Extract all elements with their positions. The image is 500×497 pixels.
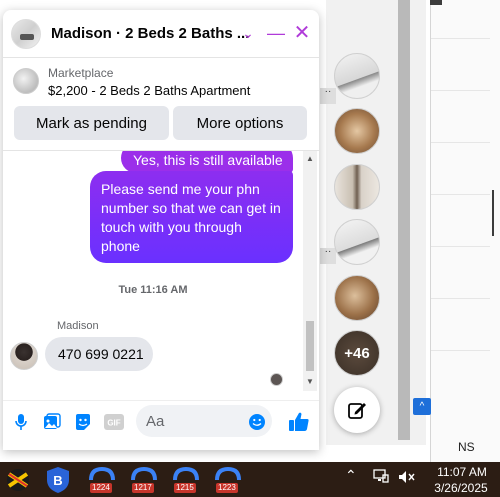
message-bubble-outgoing: Please send me your phn number so that w…	[90, 171, 293, 263]
background-right-pane	[430, 0, 500, 462]
chat-head[interactable]	[334, 108, 380, 154]
marketplace-listing[interactable]: Marketplace $2,200 - 2 Beds 2 Baths Apar…	[3, 62, 319, 104]
message-scrollbar[interactable]: ▲ ▼	[303, 151, 317, 391]
background-scrollbar[interactable]	[398, 0, 410, 440]
taskbar	[0, 462, 500, 497]
background-partial-text: NS	[458, 440, 475, 454]
minimize-icon[interactable]: —	[265, 23, 287, 43]
message-timestamp: Tue 11:16 AM	[118, 284, 188, 296]
photo-icon[interactable]	[42, 412, 62, 432]
message-list[interactable]: Yes, this is still available Please send…	[3, 151, 303, 391]
clock-date[interactable]: 3/26/2025	[430, 481, 492, 495]
app-icon-shield[interactable]: B	[45, 466, 73, 494]
scroll-down-arrow-icon[interactable]: ▼	[303, 377, 317, 386]
chat-head[interactable]	[334, 53, 380, 99]
more-options-button[interactable]: More options	[173, 106, 307, 140]
more-dots-icon[interactable]: ··	[320, 87, 336, 104]
more-chats-button[interactable]: +46	[334, 330, 380, 376]
network-icon[interactable]	[373, 469, 389, 486]
svg-text:GIF: GIF	[107, 419, 120, 428]
gif-icon[interactable]: GIF	[104, 412, 124, 432]
more-dots-icon[interactable]: ··	[320, 247, 336, 264]
mark-as-pending-button[interactable]: Mark as pending	[14, 106, 169, 140]
app-icon-extension[interactable]	[4, 466, 32, 494]
chevron-up-icon[interactable]: ⌃	[345, 467, 357, 484]
new-message-button[interactable]	[334, 387, 380, 433]
taskbar-badge: 1223	[216, 483, 238, 493]
marketplace-label: Marketplace	[48, 66, 114, 80]
taskbar-badge: 1217	[132, 483, 154, 493]
chat-head[interactable]	[334, 164, 380, 210]
thumbs-up-icon[interactable]	[287, 410, 311, 434]
listing-thumbnail	[13, 68, 39, 94]
seen-indicator-avatar	[270, 373, 283, 386]
chevron-down-icon[interactable]: ⌄	[237, 23, 259, 43]
listing-title: $2,200 - 2 Beds 2 Baths Apartment	[48, 83, 251, 98]
scroll-up-arrow-icon[interactable]: ▲	[303, 154, 317, 163]
chat-title[interactable]: Madison · 2 Beds 2 Baths ...	[51, 25, 249, 42]
close-icon[interactable]: ✕	[291, 23, 313, 43]
conversation-avatar	[11, 18, 41, 49]
clock-time[interactable]: 11:07 AM	[434, 465, 490, 479]
taskbar-badge: 1215	[174, 483, 196, 493]
taskbar-badge: 1224	[90, 483, 112, 493]
compose-icon	[348, 403, 366, 419]
scroll-up-button[interactable]: ^	[413, 398, 431, 415]
scroll-thumb[interactable]	[306, 321, 314, 371]
message-bubble-incoming: 470 699 0221	[45, 337, 153, 371]
microphone-icon[interactable]	[11, 412, 31, 432]
sender-name: Madison	[57, 320, 99, 332]
sender-avatar[interactable]	[10, 342, 38, 370]
sticker-icon[interactable]	[73, 412, 93, 432]
background-topbar	[430, 0, 442, 5]
chat-window: Madison · 2 Beds 2 Baths ... ⌄ — ✕ Marke…	[3, 10, 319, 450]
chat-head[interactable]	[334, 219, 380, 265]
message-composer: GIF	[3, 400, 319, 440]
svg-text:B: B	[53, 473, 62, 488]
emoji-icon[interactable]	[247, 412, 267, 432]
chat-head[interactable]	[334, 275, 380, 321]
message-bubble-outgoing: Yes, this is still available	[121, 151, 293, 173]
volume-muted-icon[interactable]	[398, 470, 416, 487]
